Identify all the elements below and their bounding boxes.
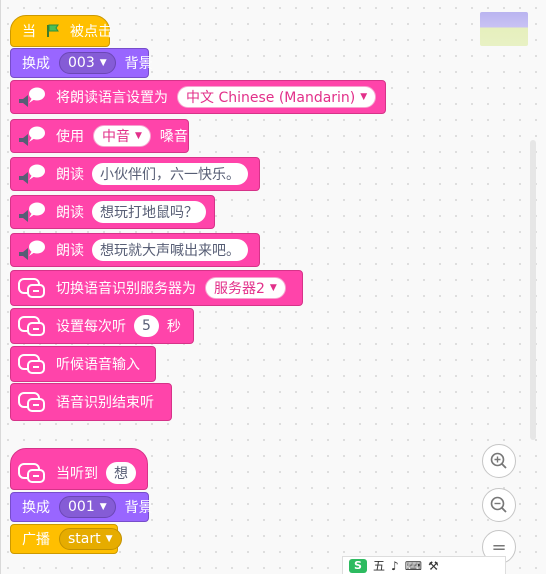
stage-thumbnail[interactable]: [480, 12, 528, 46]
block-label: 设置每次听: [56, 319, 126, 335]
dropdown-value: 服务器2: [214, 281, 265, 297]
block-label: 当听到: [56, 466, 98, 482]
speech-recognition-icon: [17, 352, 47, 376]
block-label: 朗读: [56, 243, 84, 259]
block-label: 将朗读语言设置为: [56, 90, 168, 106]
speak-text-input[interactable]: 想玩打地鼠吗？: [92, 201, 206, 223]
caret-down-icon: ▼: [135, 131, 142, 141]
switch-recognition-server-block[interactable]: 切换语音识别服务器为 服务器2 ▼: [10, 270, 303, 306]
block-label: 广播: [22, 532, 50, 548]
dropdown-value: 001: [68, 499, 95, 515]
block-label: 嗓音: [159, 129, 188, 145]
caret-down-icon: ▼: [99, 58, 107, 68]
zoom-in-button[interactable]: [482, 444, 516, 478]
block-label: 朗读: [56, 167, 84, 183]
backdrop-dropdown[interactable]: 001 ▼: [59, 496, 116, 518]
set-voice-block[interactable]: 使用 中音 ▼ 嗓音: [10, 119, 189, 153]
block-label: 换成: [22, 500, 50, 516]
workspace-left-edge: [0, 0, 1, 574]
when-flag-clicked-block[interactable]: 当 被点击: [10, 15, 112, 47]
backdrop-dropdown[interactable]: 003 ▼: [59, 52, 116, 74]
dropdown-value: 003: [68, 55, 95, 71]
stop-listening-block[interactable]: 语音识别结束听: [10, 383, 172, 421]
speak-block[interactable]: 朗读 想玩打地鼠吗？: [10, 195, 215, 229]
block-label: 当: [22, 24, 36, 40]
zoom-out-button[interactable]: [482, 488, 516, 522]
block-label: 朗读: [56, 205, 84, 221]
music-note-icon[interactable]: ♪: [391, 559, 399, 573]
broadcast-block[interactable]: 广播 start ▼: [10, 524, 122, 554]
caret-down-icon: ▼: [360, 92, 368, 102]
zoom-reset-label: =: [491, 536, 507, 558]
when-heard-block[interactable]: 当听到 想: [10, 448, 148, 490]
message-dropdown[interactable]: start ▼: [59, 528, 122, 550]
tools-icon[interactable]: ⚒: [428, 559, 439, 573]
set-speech-language-block[interactable]: 将朗读语言设置为 中文 Chinese (Mandarin) ▼: [10, 80, 386, 114]
voice-dropdown[interactable]: 中音 ▼: [93, 125, 151, 147]
speak-block[interactable]: 朗读 想玩就大声喊出来吧。: [10, 233, 260, 267]
speech-bubble-icon: [17, 124, 47, 148]
speech-bubble-icon: [17, 162, 47, 186]
seconds-input[interactable]: 5: [134, 315, 159, 337]
caret-down-icon: ▼: [105, 534, 113, 544]
block-label: 背景: [124, 500, 153, 516]
ime-mode-label[interactable]: 五: [373, 557, 385, 574]
sogou-logo-icon: S: [349, 558, 367, 573]
server-dropdown[interactable]: 服务器2 ▼: [205, 277, 286, 299]
block-label: 背景: [124, 56, 153, 72]
block-label: 换成: [22, 56, 50, 72]
speech-recognition-icon: [17, 314, 47, 338]
speech-bubble-icon: [17, 200, 47, 224]
speech-recognition-icon: [17, 276, 47, 300]
zoom-in-icon: [490, 452, 507, 469]
speak-text-input[interactable]: 小伙伴们，六一快乐。: [92, 163, 248, 185]
set-listen-duration-block[interactable]: 设置每次听 5 秒: [10, 308, 194, 344]
speech-recognition-icon: [17, 461, 47, 485]
dropdown-value: 中音: [102, 129, 130, 145]
block-label: 听候语音输入: [56, 357, 140, 373]
block-label: 切换语音识别服务器为: [56, 281, 196, 297]
block-label: 被点击: [70, 24, 112, 40]
green-flag-icon: [45, 23, 61, 39]
caret-down-icon: ▼: [99, 502, 107, 512]
listen-for-speech-block[interactable]: 听候语音输入: [10, 346, 156, 382]
heard-text-input[interactable]: 想: [106, 462, 136, 484]
language-dropdown[interactable]: 中文 Chinese (Mandarin) ▼: [177, 86, 377, 108]
zoom-out-icon: [490, 496, 507, 513]
dropdown-value: 中文 Chinese (Mandarin): [186, 90, 356, 106]
speech-bubble-icon: [17, 85, 47, 109]
speak-block[interactable]: 朗读 小伙伴们，六一快乐。: [10, 157, 260, 191]
switch-backdrop-block[interactable]: 换成 003 ▼ 背景: [10, 48, 153, 78]
block-label: 语音识别结束听: [56, 395, 154, 411]
speech-bubble-icon: [17, 238, 47, 262]
dropdown-value: start: [68, 531, 101, 547]
block-label: 秒: [166, 319, 181, 335]
switch-backdrop-block[interactable]: 换成 001 ▼ 背景: [10, 492, 153, 522]
speak-text-input[interactable]: 想玩就大声喊出来吧。: [92, 239, 248, 261]
block-label: 使用: [56, 129, 84, 145]
vertical-scrollbar[interactable]: [530, 140, 536, 440]
speech-recognition-icon: [17, 390, 47, 414]
ime-toolbar: S 五 ♪ ⌨ ⚒: [342, 556, 506, 574]
caret-down-icon: ▼: [269, 283, 277, 293]
keyboard-icon[interactable]: ⌨: [405, 559, 422, 573]
